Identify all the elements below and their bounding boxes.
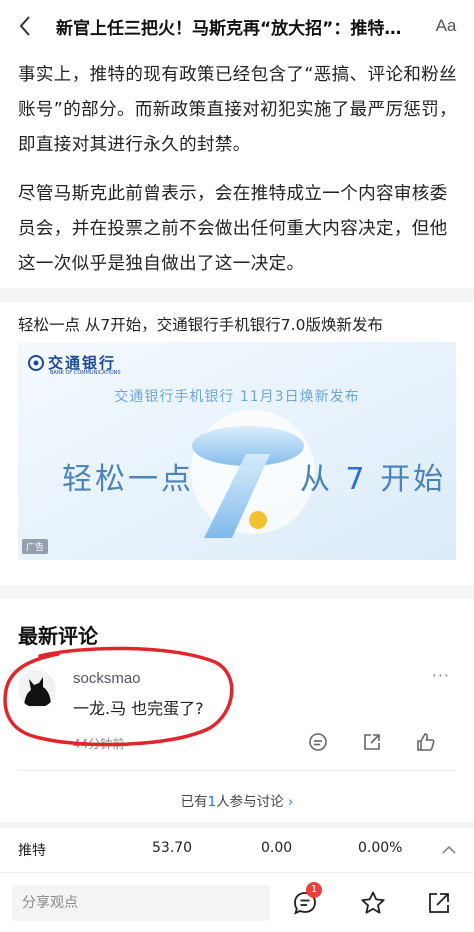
discussion-link[interactable]: 已有1人参与讨论 ›	[0, 790, 474, 810]
cat-avatar-icon	[18, 670, 56, 708]
share-icon	[429, 893, 449, 913]
article-paragraph: 事实上，推特的现有政策已经包含了“恶搞、评论和粉丝账号”的部分。而新政策直接对初…	[18, 65, 458, 155]
section-divider	[0, 585, 474, 599]
article-body: 事实上，推特的现有政策已经包含了“恶搞、评论和粉丝账号”的部分。而新政策直接对初…	[18, 52, 458, 282]
top-bar: 新官上任三把火！马斯克再“放大招”：推特将永久封禁模仿他人账号 Aa	[0, 0, 474, 52]
comment-time: 44分钟前	[73, 737, 125, 751]
ad-slogan-right-num: 7	[345, 462, 368, 497]
stock-price: 53.70	[152, 840, 193, 856]
stock-quote[interactable]: 推特 53.70 0.00 0.00%	[0, 822, 474, 870]
ad-banner[interactable]: 交通银行 BANK OF COMMUNICATIONS 交通银行手机银行 11月…	[18, 342, 456, 560]
share-opinion-input[interactable]	[12, 885, 270, 921]
avatar[interactable]	[18, 670, 56, 708]
bank-logo-sub: BANK OF COMMUNICATIONS	[50, 370, 121, 376]
bank-logo: 交通银行 BANK OF COMMUNICATIONS	[28, 352, 121, 376]
stock-name: 推特	[18, 843, 46, 859]
comments-section-title: 最新评论	[18, 624, 98, 648]
comment-button[interactable]: 1	[290, 882, 322, 918]
ad-title[interactable]: 轻松一点 从7开始，交通银行手机银行7.0版焕新发布	[18, 313, 383, 335]
ad-slogan-right: 从 7 开始	[300, 454, 446, 498]
page-title: 新官上任三把火！马斯克再“放大招”：推特将永久封禁模仿他人账号	[56, 18, 418, 39]
comment-badge: 1	[306, 882, 322, 898]
favorite-button[interactable]	[358, 888, 388, 918]
comment-actions	[306, 730, 438, 754]
share-button[interactable]	[424, 888, 454, 918]
star-icon	[361, 891, 385, 914]
stock-change: 0.00	[261, 840, 293, 856]
discussion-post: 人参与讨论	[216, 794, 284, 810]
comment-username[interactable]: socksmao	[73, 670, 141, 687]
ad-headline: 交通银行手机银行 11月3日焕新发布	[114, 389, 360, 405]
stock-change-pct: 0.00%	[358, 840, 403, 856]
divider	[18, 770, 456, 771]
more-icon[interactable]: ···	[432, 666, 450, 685]
chevron-up-icon[interactable]	[441, 845, 457, 855]
share-icon[interactable]	[360, 730, 384, 754]
comment-item: socksmao ··· 一龙.马 也完蛋了? 44分钟前	[18, 664, 458, 764]
ad-slogan-left: 轻松一点	[62, 462, 194, 497]
ad-slogan-right-post: 开始	[380, 462, 447, 497]
bottom-bar: 1	[0, 872, 474, 932]
back-button[interactable]	[0, 0, 50, 52]
discussion-pre: 已有	[180, 794, 208, 810]
section-divider	[0, 288, 474, 302]
chevron-right-icon: ›	[287, 794, 294, 810]
like-icon[interactable]	[414, 730, 438, 754]
ad-tag: 广告	[22, 539, 49, 554]
article-paragraph: 尽管马斯克此前曾表示，会在推特成立一个内容审核委员会，并在投票之前不会做出任何重…	[18, 184, 448, 274]
discussion-count: 1	[207, 794, 217, 810]
reply-icon[interactable]	[306, 730, 330, 754]
bank-logo-icon	[28, 354, 44, 371]
ad-slogan-right-pre: 从	[300, 462, 333, 497]
back-arrow-icon	[19, 16, 30, 36]
comment-text: 一龙.马 也完蛋了?	[73, 699, 204, 718]
font-size-button[interactable]: Aa	[418, 16, 474, 36]
